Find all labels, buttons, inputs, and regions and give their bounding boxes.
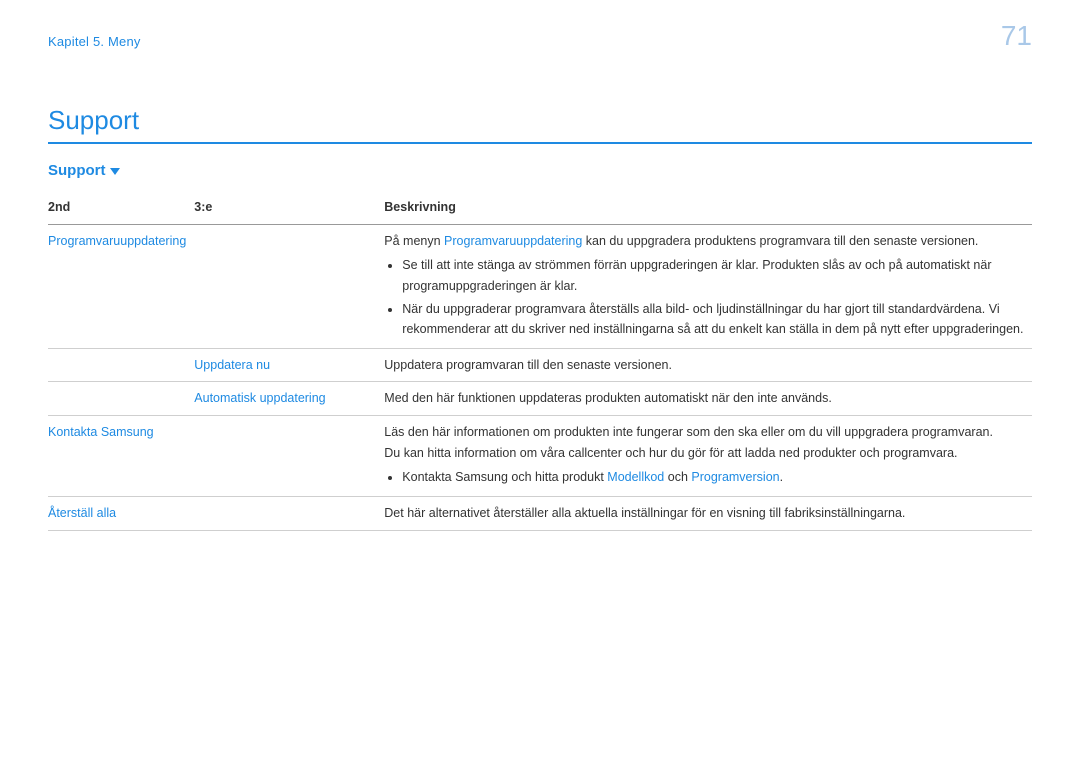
section-heading-support: Support — [48, 162, 1032, 179]
text: Läs den här informationen om produkten i… — [384, 422, 1024, 443]
page-number: 71 — [1001, 20, 1032, 52]
menu-item-auto-update[interactable]: Automatisk uppdatering — [194, 382, 384, 416]
text: kan du uppgradera produktens programvara… — [582, 234, 978, 248]
text: . — [780, 470, 783, 484]
empty-cell — [194, 496, 384, 530]
breadcrumb[interactable]: Kapitel 5. Meny — [48, 34, 1032, 49]
desc-list: Se till att inte stänga av strömmen förr… — [384, 255, 1024, 340]
col-header-3e: 3:e — [194, 193, 384, 224]
menu-item-contact-samsung[interactable]: Kontakta Samsung — [48, 416, 194, 497]
desc-auto-update: Med den här funktionen uppdateras produk… — [384, 382, 1032, 416]
table-header-row: 2nd 3:e Beskrivning — [48, 193, 1032, 224]
table-row: Återställ alla Det här alternativet åter… — [48, 496, 1032, 530]
desc-software-update: På menyn Programvaruuppdatering kan du u… — [384, 224, 1032, 348]
manual-page: Kapitel 5. Meny 71 Support Support 2nd 3… — [0, 0, 1080, 763]
desc-update-now: Uppdatera programvaran till den senaste … — [384, 348, 1032, 382]
table-row: Kontakta Samsung Läs den här information… — [48, 416, 1032, 497]
menu-item-update-now[interactable]: Uppdatera nu — [194, 348, 384, 382]
inline-link-program-version[interactable]: Programversion — [691, 470, 779, 484]
empty-cell — [194, 416, 384, 497]
text: och — [664, 470, 691, 484]
inline-link-model-code[interactable]: Modellkod — [607, 470, 664, 484]
text: På menyn — [384, 234, 444, 248]
col-header-desc: Beskrivning — [384, 193, 1032, 224]
table-row: Programvaruuppdatering På menyn Programv… — [48, 224, 1032, 348]
desc-contact-samsung: Läs den här informationen om produkten i… — [384, 416, 1032, 497]
list-item: Kontakta Samsung och hitta produkt Model… — [402, 467, 1024, 488]
empty-cell — [48, 382, 194, 416]
section-heading-label: Support — [48, 162, 106, 179]
text: Kontakta Samsung och hitta produkt — [402, 470, 607, 484]
desc-reset-all: Det här alternativet återställer alla ak… — [384, 496, 1032, 530]
menu-item-reset-all[interactable]: Återställ alla — [48, 496, 194, 530]
inline-link-software-update[interactable]: Programvaruuppdatering — [444, 234, 582, 248]
table-row: Uppdatera nu Uppdatera programvaran till… — [48, 348, 1032, 382]
page-title: Support — [48, 105, 1032, 144]
empty-cell — [48, 348, 194, 382]
table-row: Automatisk uppdatering Med den här funkt… — [48, 382, 1032, 416]
desc-list: Kontakta Samsung och hitta produkt Model… — [384, 467, 1024, 488]
support-table: 2nd 3:e Beskrivning Programvaruuppdateri… — [48, 193, 1032, 531]
list-item: När du uppgraderar programvara återställ… — [402, 299, 1024, 340]
dropdown-triangle-icon — [110, 166, 120, 176]
menu-item-software-update[interactable]: Programvaruuppdatering — [48, 224, 194, 348]
list-item: Se till att inte stänga av strömmen förr… — [402, 255, 1024, 296]
col-header-2nd: 2nd — [48, 193, 194, 224]
text: Du kan hitta information om våra callcen… — [384, 443, 1024, 464]
empty-cell — [194, 224, 384, 348]
